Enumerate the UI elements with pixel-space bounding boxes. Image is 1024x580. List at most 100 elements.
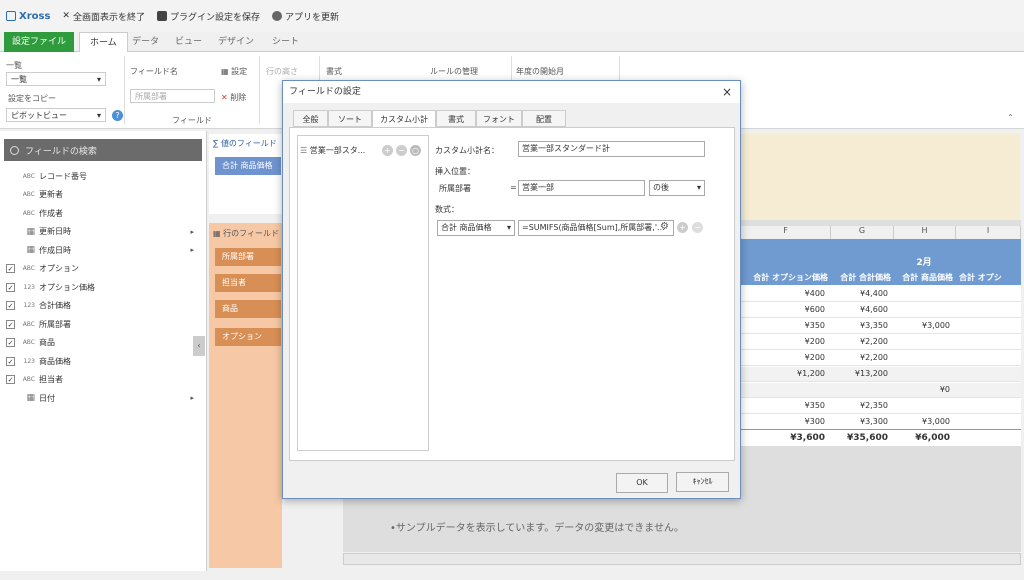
- field-checkbox[interactable]: ✓: [6, 375, 15, 384]
- drag-handle-icon[interactable]: ☰: [300, 146, 310, 155]
- tab-settings-file[interactable]: 設定ファイル: [4, 32, 74, 52]
- field-checkbox[interactable]: ✓: [6, 319, 15, 329]
- tab-general[interactable]: 全般: [293, 110, 328, 127]
- field-checkbox[interactable]: ✓: [6, 264, 15, 273]
- rows-zone[interactable]: ▦ 行のフィールド 所属部署 担当者 商品 オプション: [209, 223, 282, 568]
- row-height-button[interactable]: 行の高さ: [266, 66, 298, 77]
- pivot-cell[interactable]: ¥300: [741, 417, 831, 426]
- insert-after-select[interactable]: の後 ▾: [649, 180, 705, 196]
- expand-arrow-icon[interactable]: ▸: [190, 394, 194, 402]
- expand-arrow-icon[interactable]: ▸: [190, 228, 194, 236]
- pivot-cell[interactable]: ¥13,200: [831, 369, 894, 378]
- expand-arrow-icon[interactable]: ▸: [190, 246, 194, 254]
- tab-home[interactable]: ホーム: [79, 32, 128, 53]
- field-checkbox[interactable]: ✓: [6, 356, 15, 366]
- list-select[interactable]: 一覧 ▾: [6, 72, 106, 86]
- field-settings-button[interactable]: ▦ 設定: [221, 66, 247, 77]
- field-item[interactable]: ✓ ABC 所属部署: [6, 316, 202, 332]
- field-item[interactable]: ✓ ABC 担当者: [6, 372, 202, 388]
- gear-icon[interactable]: ⚙: [660, 221, 669, 232]
- exit-fullscreen-button[interactable]: ✕ 全画面表示を終了: [62, 10, 145, 23]
- field-item[interactable]: ✓ ABC オプション: [6, 261, 202, 277]
- field-name-input[interactable]: 所属部署: [130, 89, 215, 103]
- add-icon[interactable]: +: [382, 145, 393, 156]
- row-chip[interactable]: オプション: [215, 328, 281, 346]
- pivot-cell[interactable]: ¥6,000: [894, 433, 956, 443]
- tab-font[interactable]: フォント: [476, 110, 522, 127]
- tab-alignment[interactable]: 配置: [522, 110, 566, 127]
- row-chip[interactable]: 所属部署: [215, 248, 281, 266]
- update-app-button[interactable]: アプリを更新: [272, 10, 339, 23]
- formula-field-select[interactable]: 合計 商品価格 ▾: [437, 220, 515, 236]
- save-plugin-button[interactable]: プラグイン設定を保存: [156, 10, 260, 23]
- field-item[interactable]: ✓ ABC 商品: [6, 335, 202, 351]
- field-item[interactable]: ABC レコード番号: [6, 168, 202, 184]
- add-formula-icon[interactable]: +: [677, 222, 688, 233]
- pivot-cell[interactable]: ¥3,000: [894, 321, 956, 330]
- field-item[interactable]: ABC 作成者: [6, 205, 202, 221]
- pivot-cell[interactable]: ¥600: [741, 305, 831, 314]
- value-chip[interactable]: 合計 商品価格: [215, 157, 281, 175]
- field-checkbox[interactable]: ✓: [6, 282, 15, 292]
- tab-design[interactable]: デザイン: [208, 32, 264, 52]
- tab-sort[interactable]: ソート: [328, 110, 372, 127]
- horizontal-scrollbar[interactable]: [343, 553, 1021, 565]
- field-item[interactable]: ▦ 日付 ▸: [6, 390, 202, 406]
- remove-formula-icon[interactable]: −: [692, 222, 703, 233]
- rule-manage-button[interactable]: ルールの管理: [430, 66, 478, 77]
- pivot-cell[interactable]: ¥2,350: [831, 401, 894, 410]
- tab-data[interactable]: データ: [122, 32, 169, 52]
- pivot-cell[interactable]: ¥3,000: [894, 417, 956, 426]
- field-item[interactable]: ABC 更新者: [6, 187, 202, 203]
- pivot-cell[interactable]: ¥35,600: [831, 433, 894, 443]
- field-checkbox[interactable]: ✓: [6, 301, 15, 310]
- xross-logo-icon: [6, 11, 16, 21]
- row-chip[interactable]: 担当者: [215, 274, 281, 292]
- remove-icon[interactable]: −: [396, 145, 407, 156]
- field-item[interactable]: ✓ 123 オプション価格: [6, 279, 202, 295]
- help-icon[interactable]: ?: [112, 110, 123, 121]
- refresh-icon[interactable]: ○: [410, 145, 421, 156]
- pivot-view-select[interactable]: ピボットビュー ▾: [6, 108, 106, 122]
- pivot-cell[interactable]: ¥4,600: [831, 305, 894, 314]
- pivot-cell[interactable]: ¥4,400: [831, 289, 894, 298]
- copy-settings-button[interactable]: 設定をコピー: [8, 93, 56, 104]
- format-button[interactable]: 書式: [326, 66, 342, 77]
- close-icon[interactable]: ×: [722, 81, 732, 103]
- pivot-cell[interactable]: ¥3,350: [831, 321, 894, 330]
- pivot-cell[interactable]: ¥350: [741, 321, 831, 330]
- pivot-cell[interactable]: ¥200: [741, 337, 831, 346]
- field-delete-button[interactable]: ✕ 削除: [221, 92, 246, 103]
- field-item[interactable]: ▦ 作成日時 ▸: [6, 242, 202, 258]
- ok-button[interactable]: OK: [616, 473, 668, 493]
- formula-input[interactable]: =SUMIFS(商品価格[Sum],所属部署,'...: [518, 220, 674, 236]
- collapse-panel-button[interactable]: ‹: [193, 336, 205, 356]
- brand-logo[interactable]: Xross: [6, 11, 50, 22]
- subtotal-list-item[interactable]: ☰ 営業一部スタ... + − ○: [300, 144, 426, 158]
- field-item[interactable]: ▦ 更新日時 ▸: [6, 224, 202, 240]
- column-zone[interactable]: [730, 134, 1020, 220]
- pivot-cell[interactable]: ¥3,300: [831, 417, 894, 426]
- tab-sheet[interactable]: シート: [262, 32, 309, 52]
- collapse-ribbon-icon[interactable]: ˆ: [1008, 114, 1013, 125]
- pivot-cell[interactable]: ¥0: [894, 385, 956, 394]
- pivot-cell[interactable]: ¥2,200: [831, 353, 894, 362]
- pivot-cell[interactable]: ¥3,600: [741, 433, 831, 443]
- cancel-button[interactable]: ｷｬﾝｾﾙ: [676, 472, 729, 492]
- pivot-cell[interactable]: ¥350: [741, 401, 831, 410]
- tab-format[interactable]: 書式: [436, 110, 476, 127]
- pivot-cell[interactable]: ¥2,200: [831, 337, 894, 346]
- field-item[interactable]: ✓ 123 商品価格: [6, 353, 202, 369]
- insert-value-input[interactable]: 営業一部: [518, 180, 645, 196]
- values-zone[interactable]: ∑ 値のフィールド 合計 商品価格: [209, 134, 282, 214]
- field-checkbox[interactable]: ✓: [6, 338, 15, 347]
- pivot-cell[interactable]: ¥1,200: [741, 369, 831, 378]
- subtotal-name-input[interactable]: 営業一部スタンダード計: [518, 141, 705, 157]
- pivot-cell[interactable]: ¥200: [741, 353, 831, 362]
- field-search-input[interactable]: フィールドの検索: [4, 139, 202, 161]
- field-item[interactable]: ✓ 123 合計価格: [6, 298, 202, 314]
- tab-view[interactable]: ビュー: [165, 32, 212, 52]
- tab-custom-subtotal[interactable]: カスタム小計: [372, 110, 436, 128]
- pivot-cell[interactable]: ¥400: [741, 289, 831, 298]
- row-chip[interactable]: 商品: [215, 300, 281, 318]
